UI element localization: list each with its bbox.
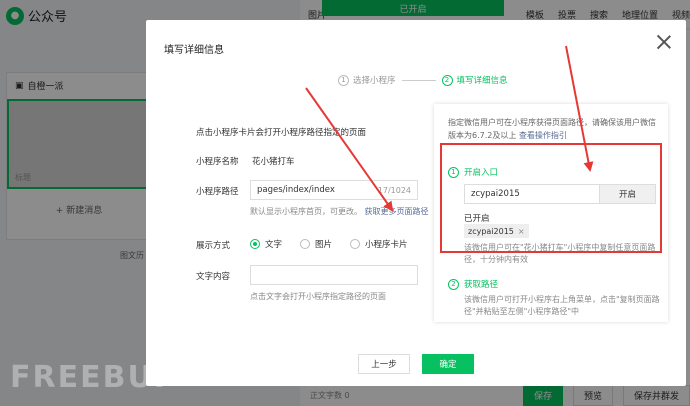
radio-dot [350, 239, 361, 249]
step-number: 2 [441, 74, 453, 86]
miniprogram-path-input[interactable]: pages/index/index 17/1024 [250, 180, 418, 200]
path-input-value: pages/index/index [257, 185, 335, 195]
section-number: 2 [448, 278, 459, 290]
text-content-hint: 点击文字会打开小程序指定路径的页面 [250, 292, 386, 301]
text-content-input[interactable] [250, 265, 418, 285]
confirm-button[interactable]: 确定 [422, 354, 474, 374]
path-char-count: 17/1024 [377, 185, 411, 195]
detail-dialog: 填写详细信息 1 选择小程序 2 填写详细信息 点击小程序卡片会打开小程序路径指… [146, 20, 686, 386]
info-description: 指定微信用户可在小程序获得页面路径，请确保该用户微信版本为6.7.2及以上 查看… [448, 116, 660, 142]
miniprogram-name-value: 花小猪打车 [252, 157, 295, 167]
radio-label: 图片 [315, 240, 333, 250]
radio-label: 小程序卡片 [365, 240, 408, 250]
get-path-title: 2 获取路径 [448, 278, 498, 290]
guide-link[interactable]: 查看操作指引 [519, 131, 567, 140]
step-label: 填写详细信息 [456, 76, 508, 86]
radio-dot [250, 239, 260, 249]
step-divider [401, 79, 436, 81]
close-icon[interactable] [654, 32, 674, 52]
step-label: 选择小程序 [353, 76, 396, 86]
display-mode-text-radio[interactable]: 文字 [250, 238, 282, 250]
display-mode-card-radio[interactable]: 小程序卡片 [350, 238, 408, 250]
path-hint: 默认显示小程序首页，可更改。 获取更多页面路径 [250, 206, 429, 217]
step-select-miniprogram: 1 选择小程序 [338, 74, 396, 86]
section-title-text: 获取路径 [464, 280, 499, 290]
step-indicator: 1 选择小程序 2 填写详细信息 [338, 74, 508, 86]
display-mode-group: 文字 图片 小程序卡片 [250, 238, 408, 250]
display-mode-label: 展示方式 [196, 241, 231, 251]
dialog-title: 填写详细信息 [164, 45, 224, 56]
path-hint-text: 默认显示小程序首页，可更改。 [250, 207, 362, 216]
step-fill-details: 2 填写详细信息 [441, 74, 508, 86]
get-path-description: 该微信用户可打开小程序右上角菜单，点击"复制页面路径"并粘贴至左侧"小程序路径"… [464, 295, 660, 316]
more-paths-link[interactable]: 获取更多页面路径 [365, 207, 429, 216]
display-mode-image-radio[interactable]: 图片 [300, 238, 332, 250]
form-description: 点击小程序卡片会打开小程序路径指定的页面 [196, 128, 367, 138]
miniprogram-path-label: 小程序路径 [196, 187, 239, 197]
radio-dot [300, 239, 311, 249]
previous-step-button[interactable]: 上一步 [358, 354, 410, 374]
miniprogram-name-label: 小程序名称 [196, 157, 239, 167]
text-content-label: 文字内容 [196, 272, 231, 282]
radio-label: 文字 [265, 240, 283, 250]
annotation-highlight-box [440, 143, 662, 253]
step-number: 1 [338, 74, 349, 86]
